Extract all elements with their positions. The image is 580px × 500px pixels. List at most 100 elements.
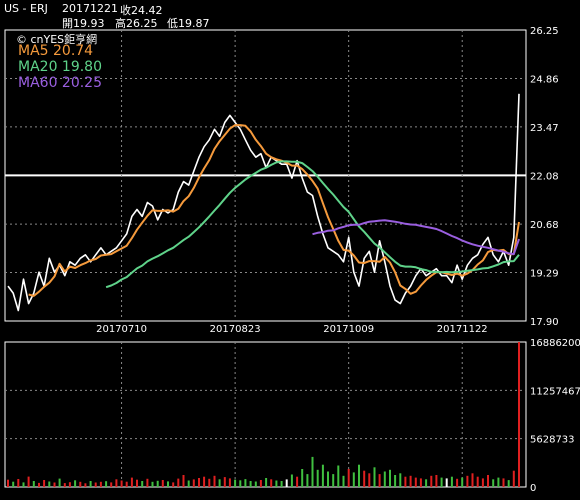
volume-bar bbox=[105, 481, 108, 487]
volume-bar bbox=[7, 479, 9, 487]
x-tick-label: 20170710 bbox=[96, 324, 147, 335]
volume-bar bbox=[192, 479, 195, 487]
price-y-tick-label: 23.47 bbox=[530, 123, 559, 134]
volume-bar bbox=[213, 475, 216, 487]
ma5-line bbox=[28, 124, 520, 297]
price-y-tick-label: 17.90 bbox=[530, 317, 559, 328]
volume-bar bbox=[352, 472, 355, 487]
volume-bar bbox=[53, 482, 56, 487]
volume-bar bbox=[456, 478, 459, 487]
volume-bar bbox=[285, 479, 288, 487]
volume-bar bbox=[110, 482, 113, 487]
volume-bar bbox=[94, 482, 97, 487]
volume-bar bbox=[301, 469, 304, 487]
volume-panel-frame bbox=[4, 341, 527, 488]
volume-bar bbox=[445, 478, 448, 487]
volume-bar bbox=[502, 478, 505, 487]
volume-y-tick-label: 5628733 bbox=[530, 435, 575, 446]
volume-bar bbox=[68, 482, 71, 487]
volume-bar bbox=[487, 475, 489, 487]
volume-y-tick-label: 16886200 bbox=[530, 338, 580, 349]
volume-bar bbox=[450, 476, 453, 487]
legend-ma60: MA60 20.25 bbox=[18, 75, 102, 91]
volume-bar bbox=[48, 481, 51, 487]
volume-bar bbox=[435, 475, 438, 487]
volume-bar bbox=[32, 481, 35, 487]
volume-bar bbox=[115, 479, 118, 487]
volume-bar bbox=[167, 481, 169, 487]
volume-bar bbox=[280, 481, 283, 487]
volume-bar bbox=[296, 476, 299, 487]
volume-bar bbox=[161, 480, 164, 487]
volume-bar bbox=[363, 470, 366, 487]
volume-y-tick-label: 0 bbox=[530, 483, 536, 494]
volume-bar bbox=[17, 479, 20, 487]
volume-bar bbox=[414, 477, 417, 487]
x-tick-label: 20170823 bbox=[210, 324, 261, 335]
volume-bar bbox=[218, 479, 221, 487]
volume-bar bbox=[63, 483, 66, 487]
volume-bar bbox=[466, 475, 469, 487]
volume-bar bbox=[151, 481, 154, 487]
volume-bar bbox=[244, 479, 247, 487]
volume-bar bbox=[27, 476, 30, 487]
price-line bbox=[7, 93, 520, 312]
volume-bar bbox=[203, 476, 206, 487]
x-tick-label: 20171122 bbox=[437, 324, 488, 335]
price-y-tick-label: 26.25 bbox=[530, 26, 559, 37]
volume-bar bbox=[327, 471, 329, 487]
volume-bar bbox=[394, 475, 397, 487]
price-y-tick-label: 22.08 bbox=[530, 171, 559, 182]
volume-bar bbox=[290, 474, 293, 487]
volume-bar bbox=[43, 480, 46, 487]
volume-bar bbox=[518, 342, 520, 487]
volume-bar bbox=[259, 480, 262, 487]
volume-bar bbox=[182, 475, 185, 487]
volume-bar bbox=[187, 480, 190, 487]
volume-bar bbox=[89, 481, 92, 487]
volume-bar bbox=[79, 481, 82, 487]
volume-bar bbox=[471, 473, 474, 487]
volume-bar bbox=[234, 479, 237, 487]
volume-y-tick-label: 11257467 bbox=[530, 386, 580, 397]
volume-bar bbox=[130, 477, 133, 487]
volume-bar bbox=[172, 482, 175, 487]
price-y-tick-label: 20.68 bbox=[530, 220, 559, 231]
volume-bar bbox=[476, 476, 479, 487]
volume-bar bbox=[507, 480, 510, 487]
volume-bar bbox=[177, 478, 180, 487]
volume-bar bbox=[275, 480, 278, 487]
volume-bar bbox=[419, 478, 422, 487]
volume-bar bbox=[58, 478, 61, 487]
volume-bar bbox=[125, 481, 128, 487]
volume-bar bbox=[497, 477, 500, 487]
volume-bar bbox=[512, 470, 515, 487]
volume-bar bbox=[321, 464, 324, 487]
volume-bar bbox=[12, 481, 15, 487]
volume-bar bbox=[492, 479, 495, 487]
volume-bar bbox=[223, 477, 226, 487]
volume-bar bbox=[461, 477, 464, 487]
volume-bar bbox=[254, 481, 257, 487]
volume-bar bbox=[373, 467, 376, 487]
volume-bar bbox=[198, 478, 200, 487]
volume-bar bbox=[358, 464, 360, 487]
x-tick-label: 20171009 bbox=[323, 324, 374, 335]
volume-bar bbox=[409, 475, 412, 487]
volume-bar bbox=[342, 475, 345, 487]
volume-bar bbox=[481, 478, 484, 487]
volume-bar bbox=[316, 469, 319, 487]
legend-ma5: MA5 20.74 bbox=[18, 43, 94, 59]
volume-bar bbox=[74, 480, 77, 487]
volume-bar bbox=[208, 478, 211, 487]
volume-bar bbox=[265, 478, 268, 487]
volume-bar bbox=[136, 479, 138, 487]
volume-bar bbox=[337, 465, 340, 487]
volume-bar bbox=[228, 478, 231, 487]
price-y-tick-label: 24.86 bbox=[530, 74, 559, 85]
volume-bar bbox=[347, 469, 350, 487]
volume-bar bbox=[22, 482, 25, 487]
volume-bar bbox=[270, 479, 273, 487]
volume-bar bbox=[239, 480, 242, 487]
volume-bar bbox=[430, 475, 433, 487]
